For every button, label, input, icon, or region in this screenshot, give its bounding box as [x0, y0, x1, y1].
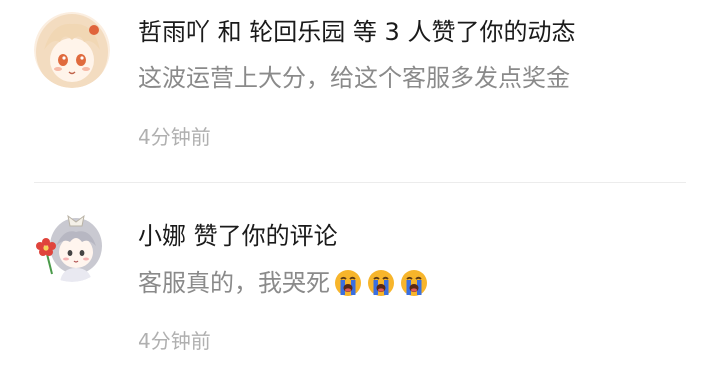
loudly-crying-face-icon	[333, 268, 363, 298]
loudly-crying-face-icon	[399, 268, 429, 298]
notification-headline: 小娜 赞了你的评论	[138, 219, 338, 253]
timestamp: 4分钟前	[138, 329, 211, 353]
actor-name[interactable]: 小娜	[138, 222, 186, 250]
conjunction: 和	[217, 18, 242, 46]
content-text: 客服真的，我哭死	[138, 269, 330, 297]
notification-item[interactable]: 小娜 赞了你的评论 客服真的，我哭死 4分钟前	[0, 184, 720, 372]
chibi-girl-flower-avatar-icon	[34, 206, 110, 282]
quoted-content[interactable]: 这波运营上大分，给这个客服多发点奖金	[138, 61, 570, 95]
anime-girl-avatar-icon	[34, 12, 110, 88]
loudly-crying-face-icon	[366, 268, 396, 298]
avatar[interactable]	[34, 206, 110, 282]
actor-name[interactable]: 哲雨吖	[138, 18, 210, 46]
action-text: 赞了你的评论	[193, 222, 338, 250]
content-text: 这波运营上大分，给这个客服多发点奖金	[138, 64, 570, 92]
actor-name[interactable]: 轮回乐园	[249, 18, 345, 46]
actor-count: 等 3 人	[352, 18, 432, 46]
avatar[interactable]	[34, 12, 110, 88]
action-text: 赞了你的动态	[431, 18, 576, 46]
quoted-content[interactable]: 客服真的，我哭死	[138, 266, 429, 300]
divider	[34, 182, 686, 183]
timestamp: 4分钟前	[138, 125, 211, 149]
notification-feed: 哲雨吖 和 轮回乐园 等 3 人赞了你的动态 这波运营上大分，给这个客服多发点奖…	[0, 0, 720, 372]
notification-item[interactable]: 哲雨吖 和 轮回乐园 等 3 人赞了你的动态 这波运营上大分，给这个客服多发点奖…	[0, 0, 720, 183]
notification-headline: 哲雨吖 和 轮回乐园 等 3 人赞了你的动态	[138, 15, 575, 49]
